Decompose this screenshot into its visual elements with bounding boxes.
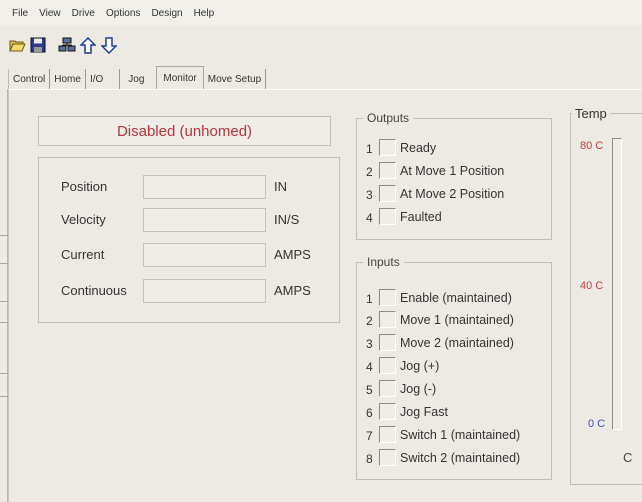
input-number: 3 — [366, 337, 373, 351]
output-at-move2-row: 3 At Move 2 Position — [357, 185, 553, 203]
input-switch1-row: 7 Switch 1 (maintained) — [357, 426, 553, 444]
input-indicator — [379, 357, 396, 374]
network-drives-icon[interactable] — [58, 36, 76, 54]
menu-drive[interactable]: Drive — [72, 8, 95, 19]
open-folder-icon[interactable] — [8, 36, 26, 54]
output-ready-row: 1 Ready — [357, 139, 553, 157]
drive-status-text: Disabled (unhomed) — [116, 122, 253, 140]
reading-unit: AMPS — [274, 247, 311, 262]
inputs-group: Inputs 1 Enable (maintained) 2 Move 1 (m… — [356, 255, 553, 480]
input-move2-row: 3 Move 2 (maintained) — [357, 334, 553, 352]
reading-label: Velocity — [61, 212, 106, 227]
output-at-move1-row: 2 At Move 1 Position — [357, 162, 553, 180]
input-number: 8 — [366, 452, 373, 466]
upload-arrow-icon[interactable] — [79, 36, 97, 54]
position-value-field — [143, 175, 266, 199]
temperature-title: Temp — [572, 106, 610, 121]
drive-status-display: Disabled (unhomed) — [38, 116, 331, 146]
input-indicator — [379, 334, 396, 351]
output-number: 3 — [366, 188, 373, 202]
input-number: 6 — [366, 406, 373, 420]
output-label: At Move 2 Position — [400, 187, 505, 201]
menu-view[interactable]: View — [39, 8, 61, 19]
input-label: Move 1 (maintained) — [400, 313, 514, 327]
continuous-value-field — [143, 279, 266, 303]
menu-options[interactable]: Options — [106, 8, 140, 19]
tab-control[interactable]: Control — [8, 69, 51, 89]
output-faulted-row: 4 Faulted — [357, 208, 553, 226]
inputs-title: Inputs — [363, 255, 404, 269]
input-label: Move 2 (maintained) — [400, 336, 514, 350]
input-label: Enable (maintained) — [400, 291, 512, 305]
tab-monitor[interactable]: Monitor — [156, 66, 204, 89]
tab-move-setup[interactable]: Move Setup — [204, 69, 267, 89]
download-arrow-icon[interactable] — [100, 36, 118, 54]
temperature-mid-label: 40 C — [580, 280, 604, 292]
input-indicator — [379, 449, 396, 466]
input-jog-fast-row: 6 Jog Fast — [357, 403, 553, 421]
toolbar — [8, 34, 118, 56]
tab-strip: Control Home I/O Jog Monitor Move Setup — [8, 66, 267, 89]
input-number: 4 — [366, 360, 373, 374]
reading-label: Current — [61, 247, 105, 262]
temperature-group — [570, 113, 642, 485]
output-number: 2 — [366, 165, 373, 179]
current-value-field — [143, 243, 266, 267]
input-label: Jog Fast — [400, 405, 448, 419]
input-move1-row: 2 Move 1 (maintained) — [357, 311, 553, 329]
output-label: At Move 1 Position — [400, 164, 505, 178]
input-switch2-row: 8 Switch 2 (maintained) — [357, 449, 553, 467]
reading-velocity-row: Velocity IN/S — [39, 208, 339, 232]
outputs-group: Outputs 1 Ready 2 At Move 1 Position 3 A… — [356, 111, 553, 240]
reading-unit: AMPS — [274, 283, 311, 298]
menu-file[interactable]: File — [12, 8, 28, 19]
reading-label: Continuous — [61, 283, 127, 298]
reading-continuous-row: Continuous AMPS — [39, 279, 339, 303]
output-label: Faulted — [400, 210, 442, 224]
reading-label: Position — [61, 179, 108, 194]
input-label: Switch 1 (maintained) — [400, 428, 521, 442]
input-indicator — [379, 289, 396, 306]
velocity-value-field — [143, 208, 266, 232]
temperature-unit: C — [623, 450, 633, 465]
reading-unit: IN — [274, 179, 287, 194]
input-number: 5 — [366, 383, 373, 397]
output-indicator — [379, 185, 396, 202]
temperature-min-label: 0 C — [588, 418, 606, 430]
output-label: Ready — [400, 141, 437, 155]
input-jog-plus-row: 4 Jog (+) — [357, 357, 553, 375]
menu-help[interactable]: Help — [194, 8, 215, 19]
input-number: 2 — [366, 314, 373, 328]
temperature-max-label: 80 C — [580, 140, 604, 152]
output-indicator — [379, 208, 396, 225]
tab-io[interactable]: I/O — [86, 69, 121, 89]
input-jog-minus-row: 5 Jog (-) — [357, 380, 553, 398]
temperature-gauge — [612, 138, 622, 430]
tab-jog[interactable]: Jog — [120, 69, 156, 89]
left-window-edge — [0, 89, 8, 502]
reading-position-row: Position IN — [39, 175, 339, 199]
input-indicator — [379, 403, 396, 420]
input-label: Jog (+) — [400, 359, 440, 373]
output-number: 1 — [366, 142, 373, 156]
output-indicator — [379, 139, 396, 156]
input-label: Jog (-) — [400, 382, 437, 396]
input-indicator — [379, 426, 396, 443]
input-indicator — [379, 311, 396, 328]
output-indicator — [379, 162, 396, 179]
readings-group: Position IN Velocity IN/S Current AMPS C… — [38, 157, 340, 323]
tab-home[interactable]: Home — [50, 69, 86, 89]
input-number: 1 — [366, 292, 373, 306]
menu-bar: File View Drive Options Design Help — [0, 0, 642, 26]
save-disk-icon[interactable] — [29, 36, 47, 54]
input-number: 7 — [366, 429, 373, 443]
output-number: 4 — [366, 211, 373, 225]
reading-current-row: Current AMPS — [39, 243, 339, 267]
input-label: Switch 2 (maintained) — [400, 451, 521, 465]
input-enable-row: 1 Enable (maintained) — [357, 289, 553, 307]
reading-unit: IN/S — [274, 212, 300, 227]
outputs-title: Outputs — [363, 111, 414, 125]
menu-design[interactable]: Design — [151, 8, 182, 19]
input-indicator — [379, 380, 396, 397]
